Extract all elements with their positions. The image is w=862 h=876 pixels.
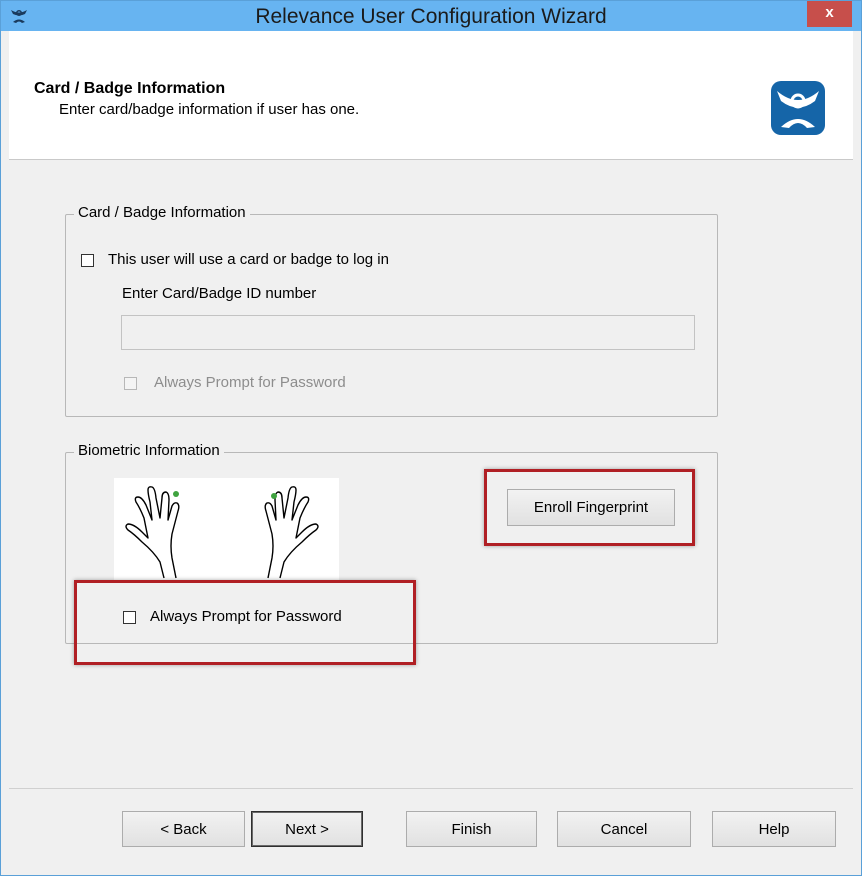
close-icon: x xyxy=(825,4,834,21)
badge-id-input[interactable] xyxy=(121,315,695,350)
cancel-button[interactable]: Cancel xyxy=(557,811,691,847)
use-card-label[interactable]: This user will use a card or badge to lo… xyxy=(108,251,389,268)
wizard-header: Card / Badge Information Enter card/badg… xyxy=(9,31,853,160)
title-bar[interactable]: Relevance User Configuration Wizard x xyxy=(1,1,861,31)
bio-prompt-password-checkbox[interactable] xyxy=(123,611,136,624)
use-card-checkbox[interactable] xyxy=(81,254,94,267)
card-badge-legend: Card / Badge Information xyxy=(74,204,250,221)
bio-prompt-password-label[interactable]: Always Prompt for Password xyxy=(150,608,342,625)
window-title: Relevance User Configuration Wizard xyxy=(255,5,607,28)
close-button[interactable]: x xyxy=(807,1,852,27)
fingerprint-hands-icon[interactable] xyxy=(114,478,339,580)
card-prompt-password-checkbox[interactable] xyxy=(124,377,137,390)
page-subtitle: Enter card/badge information if user has… xyxy=(59,101,360,118)
biometric-legend: Biometric Information xyxy=(74,442,224,459)
back-button[interactable]: < Back xyxy=(122,811,245,847)
card-prompt-password-label[interactable]: Always Prompt for Password xyxy=(154,374,346,391)
page-title: Card / Badge Information xyxy=(34,80,226,97)
next-button[interactable]: Next > xyxy=(251,811,363,847)
thinmanager-logo-icon xyxy=(771,81,825,135)
help-button[interactable]: Help xyxy=(712,811,836,847)
footer-separator xyxy=(9,788,853,789)
badge-id-label: Enter Card/Badge ID number xyxy=(122,285,317,302)
enroll-fingerprint-button[interactable]: Enroll Fingerprint xyxy=(507,489,675,526)
wizard-window: Relevance User Configuration Wizard x Ca… xyxy=(0,0,862,876)
finish-button[interactable]: Finish xyxy=(406,811,537,847)
